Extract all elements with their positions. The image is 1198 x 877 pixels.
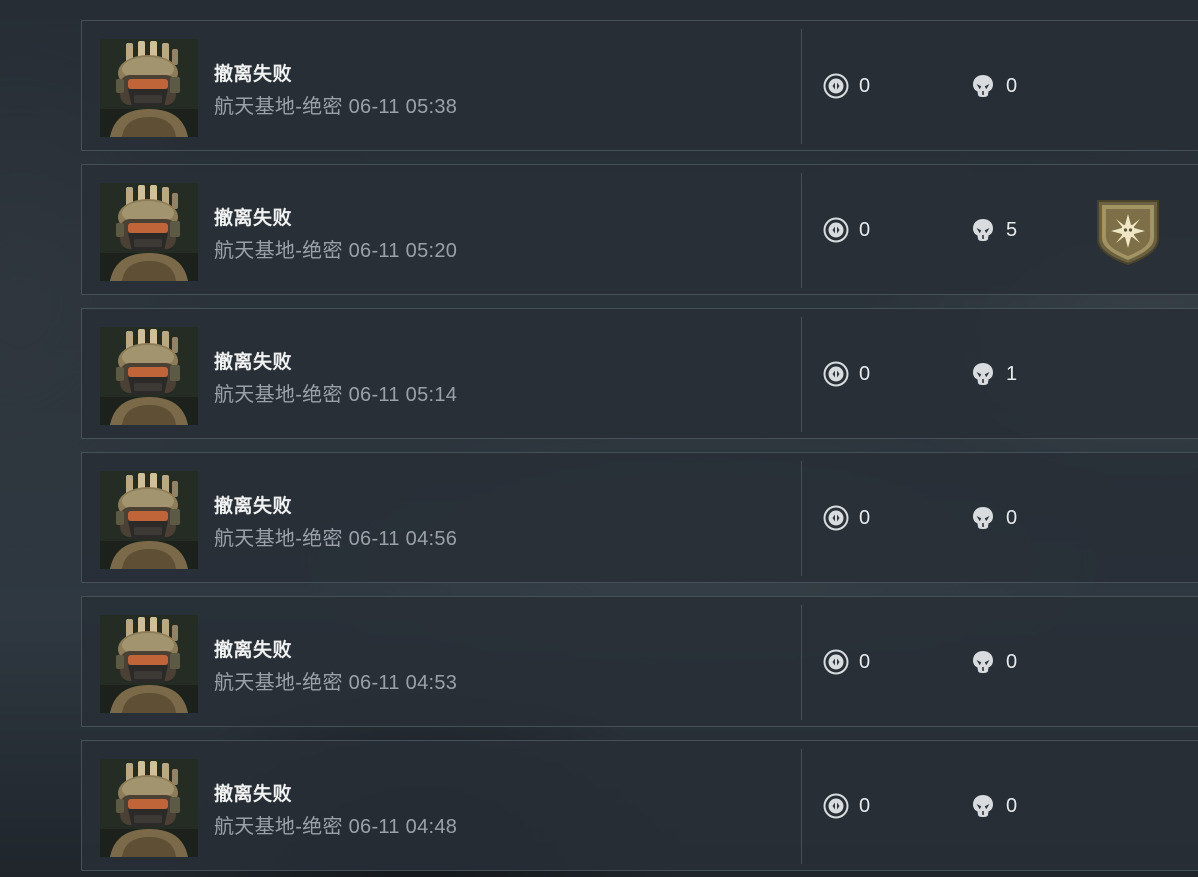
match-time: 06-11 05:20: [348, 240, 458, 262]
operator-portrait: [100, 327, 198, 425]
match-record[interactable]: 撤离失败 航天基地-绝密 06-11 05:20 0 5: [81, 164, 1198, 295]
operator-portrait: [100, 759, 198, 857]
divider: [801, 173, 802, 288]
map-name: 航天基地-绝密: [214, 384, 343, 406]
operator-portrait: [100, 39, 198, 137]
coin-icon: [823, 361, 849, 387]
match-result: 撤离失败: [214, 208, 293, 229]
kills-stat: 0: [970, 793, 1017, 819]
kills-stat: 5: [970, 217, 1017, 243]
divider: [801, 29, 802, 144]
match-time: 06-11 05:38: [348, 96, 458, 118]
kills-value: 1: [1006, 362, 1018, 385]
match-info: 航天基地-绝密 06-11 04:53: [214, 666, 457, 695]
currency-stat: 0: [823, 217, 870, 243]
operator-portrait: [100, 183, 198, 281]
currency-stat: 0: [823, 361, 870, 387]
map-name: 航天基地-绝密: [214, 672, 343, 694]
divider: [801, 317, 802, 432]
kills-value: 5: [1006, 218, 1018, 241]
kills-stat: 0: [970, 505, 1017, 531]
match-result: 撤离失败: [214, 352, 293, 373]
divider: [801, 749, 802, 864]
coin-icon: [823, 793, 849, 819]
currency-stat: 0: [823, 793, 870, 819]
currency-stat: 0: [823, 649, 870, 675]
match-result: 撤离失败: [214, 64, 293, 85]
coin-icon: [823, 217, 849, 243]
currency-value: 0: [859, 794, 871, 817]
skull-icon: [970, 649, 996, 675]
operator-portrait: [100, 471, 198, 569]
kills-value: 0: [1006, 506, 1018, 529]
currency-stat: 0: [823, 73, 870, 99]
kills-value: 0: [1006, 74, 1018, 97]
currency-value: 0: [859, 506, 871, 529]
divider: [801, 461, 802, 576]
coin-icon: [823, 505, 849, 531]
operator-portrait: [100, 615, 198, 713]
currency-value: 0: [859, 362, 871, 385]
match-info: 航天基地-绝密 06-11 05:20: [214, 234, 457, 263]
skull-icon: [970, 361, 996, 387]
skull-icon: [970, 793, 996, 819]
skull-icon: [970, 505, 996, 531]
currency-stat: 0: [823, 505, 870, 531]
kills-value: 0: [1006, 794, 1018, 817]
match-time: 06-11 04:48: [348, 816, 458, 838]
currency-value: 0: [859, 650, 871, 673]
match-record[interactable]: 撤离失败 航天基地-绝密 06-11 05:14 0 1: [81, 308, 1198, 439]
kills-stat: 1: [970, 361, 1017, 387]
map-name: 航天基地-绝密: [214, 240, 343, 262]
map-name: 航天基地-绝密: [214, 528, 343, 550]
map-name: 航天基地-绝密: [214, 96, 343, 118]
map-name: 航天基地-绝密: [214, 816, 343, 838]
kills-stat: 0: [970, 73, 1017, 99]
match-info: 航天基地-绝密 06-11 05:14: [214, 378, 457, 407]
match-time: 06-11 05:14: [348, 384, 458, 406]
divider: [801, 605, 802, 720]
skull-icon: [970, 73, 996, 99]
coin-icon: [823, 73, 849, 99]
match-time: 06-11 04:56: [348, 528, 458, 550]
kills-stat: 0: [970, 649, 1017, 675]
currency-value: 0: [859, 74, 871, 97]
match-record[interactable]: 撤离失败 航天基地-绝密 06-11 04:48 0 0: [81, 740, 1198, 871]
match-info: 航天基地-绝密 06-11 04:48: [214, 810, 457, 839]
match-result: 撤离失败: [214, 640, 293, 661]
kills-value: 0: [1006, 650, 1018, 673]
match-info: 航天基地-绝密 06-11 05:38: [214, 90, 457, 119]
match-info: 航天基地-绝密 06-11 04:56: [214, 522, 457, 551]
match-result: 撤离失败: [214, 784, 293, 805]
achievement-badge-icon[interactable]: [1096, 199, 1160, 266]
coin-icon: [823, 649, 849, 675]
skull-icon: [970, 217, 996, 243]
match-record[interactable]: 撤离失败 航天基地-绝密 06-11 04:53 0 0: [81, 596, 1198, 727]
match-result: 撤离失败: [214, 496, 293, 517]
currency-value: 0: [859, 218, 871, 241]
match-record[interactable]: 撤离失败 航天基地-绝密 06-11 04:56 0 0: [81, 452, 1198, 583]
match-time: 06-11 04:53: [348, 672, 458, 694]
match-record[interactable]: 撤离失败 航天基地-绝密 06-11 05:38 0 0: [81, 20, 1198, 151]
